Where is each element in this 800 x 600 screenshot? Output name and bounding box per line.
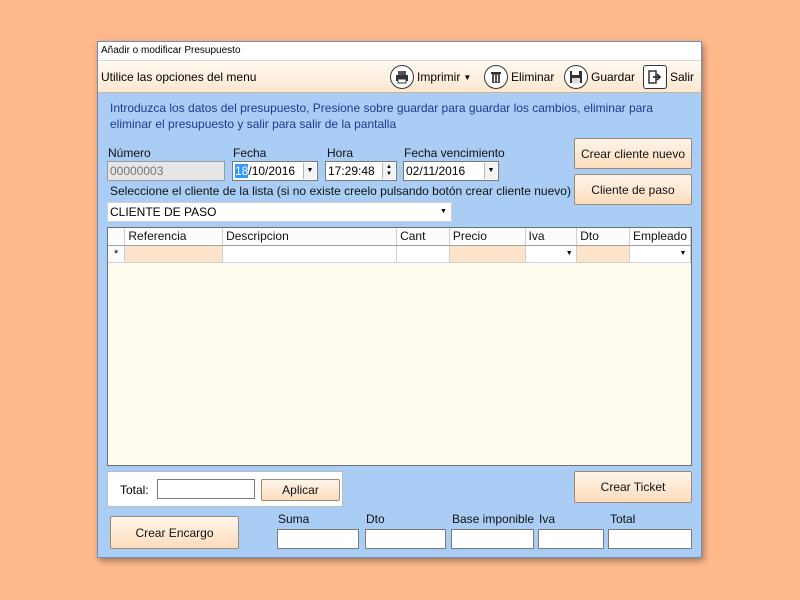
total-panel: Total: Aplicar [107,471,343,507]
total-summary-label: Total [610,512,636,526]
new-row-marker: * [108,245,126,263]
cell-descripcion[interactable] [222,245,398,263]
fecha-date-picker[interactable]: 18/10/2016 ▼ [232,161,318,181]
apply-button[interactable]: Aplicar [261,479,340,501]
col-dto[interactable]: Dto [576,228,630,246]
exit-icon [643,65,667,89]
iva-dropdown-icon[interactable]: ▼ [563,247,575,261]
dto-field[interactable] [365,529,446,549]
delete-label: Eliminar [511,70,555,84]
cliente-dropdown-icon[interactable]: ▼ [437,204,450,220]
total-label: Total: [120,483,149,497]
numero-field[interactable]: 00000003 [107,161,225,181]
save-label: Guardar [591,70,636,84]
hora-spin-icon[interactable]: ▲ ▼ [382,163,395,179]
floppy-disk-icon [564,65,588,89]
print-dropdown-icon[interactable]: ▼ [463,73,471,82]
dto-label: Dto [366,512,385,526]
base-field[interactable] [451,529,534,549]
fecha-label: Fecha [233,146,267,160]
cell-cant[interactable] [396,245,450,263]
print-label: Imprimir [417,70,461,84]
create-ticket-button[interactable]: Crear Ticket [574,471,692,503]
walk-in-client-button[interactable]: Cliente de paso [574,174,692,205]
instructions-text: Introduzca los datos del presupuesto, Pr… [110,101,653,131]
trash-icon [484,65,508,89]
menu-hint: Utilice las opciones del menu [101,70,257,84]
iva-field[interactable] [538,529,604,549]
fecha-rest: /10/2016 [248,164,296,178]
exit-label: Salir [670,70,695,84]
col-empleado[interactable]: Empleado [629,228,691,246]
col-referencia[interactable]: Referencia [124,228,224,246]
cell-referencia[interactable] [124,245,224,263]
cliente-prompt: Seleccione el cliente de la lista (si no… [110,184,571,198]
hora-label: Hora [327,146,354,160]
col-iva[interactable]: Iva [525,228,578,246]
suma-label: Suma [278,512,310,526]
empleado-dropdown-icon[interactable]: ▼ [677,247,689,261]
menu-bar: Utilice las opciones del menu Imprimir ▼… [98,61,701,93]
grid-corner [108,228,126,246]
vencimiento-calendar-dropdown-icon[interactable]: ▼ [484,163,497,179]
window-title: Añadir o modificar Presupuesto [98,42,701,61]
cell-precio[interactable] [449,245,526,263]
fecha-day: 18 [235,164,249,178]
col-cant[interactable]: Cant [396,228,450,246]
create-client-button[interactable]: Crear cliente nuevo [574,138,692,169]
col-precio[interactable]: Precio [449,228,526,246]
budget-lines-grid[interactable]: Referencia Descripcion Cant Precio Iva D… [107,227,692,466]
hora-time-picker[interactable]: 17:29:48 ▲ ▼ [325,161,397,181]
budget-window: Añadir o modificar Presupuesto Utilice l… [97,41,702,558]
suma-field[interactable] [277,529,359,549]
cliente-value: CLIENTE DE PASO [110,205,217,219]
fecha-calendar-dropdown-icon[interactable]: ▼ [303,163,316,179]
delete-button[interactable]: Eliminar [484,64,554,90]
save-button[interactable]: Guardar [564,64,635,90]
total-summary-field[interactable] [608,529,692,549]
cell-iva[interactable]: ▼ [525,245,578,263]
base-label: Base imponible [452,512,535,526]
vencimiento-value: 02/11/2016 [406,164,466,178]
print-button[interactable]: Imprimir ▼ [390,64,471,90]
iva-label: Iva [539,512,556,526]
numero-label: Número [108,146,151,160]
vencimiento-label: Fecha vencimiento [404,146,505,160]
col-descripcion[interactable]: Descripcion [222,228,398,246]
exit-button[interactable]: Salir [643,64,694,90]
vencimiento-date-picker[interactable]: 02/11/2016 ▼ [403,161,499,181]
printer-icon [390,65,414,89]
cliente-select[interactable]: CLIENTE DE PASO ▼ [107,202,452,222]
create-order-button[interactable]: Crear Encargo [110,516,239,549]
table-row[interactable]: * ▼ ▼ [108,245,691,263]
grid-header-row: Referencia Descripcion Cant Precio Iva D… [108,228,691,246]
cell-dto[interactable] [576,245,630,263]
cell-empleado[interactable]: ▼ [629,245,691,263]
total-input[interactable] [157,479,255,499]
hora-value: 17:29:48 [328,164,375,178]
